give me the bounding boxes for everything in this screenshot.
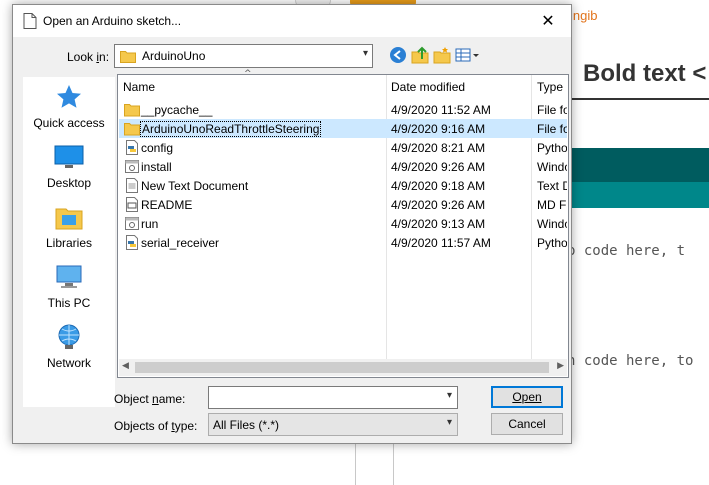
background-code-line: n code here, to (567, 353, 694, 369)
file-type: Pytho (537, 141, 567, 155)
column-header-date[interactable]: Date modified (391, 75, 531, 99)
place-this-pc[interactable]: This PC (23, 263, 115, 310)
open-button-label: Open (512, 390, 542, 404)
computer-icon (56, 265, 82, 288)
scroll-left-icon[interactable]: ◀ (122, 361, 129, 371)
place-label: Desktop (46, 176, 92, 190)
objects-of-type-value: All Files (*.*) (213, 418, 280, 432)
file-row[interactable]: install 4/9/2020 9:26 AM Windo (119, 157, 567, 176)
up-folder-icon[interactable] (411, 46, 429, 64)
place-label: Network (46, 356, 91, 370)
file-type: Windo (537, 217, 567, 231)
python-file-icon (126, 140, 138, 155)
scrollbar-thumb[interactable] (135, 362, 549, 373)
cancel-button[interactable]: Cancel (491, 413, 563, 435)
file-type: File fo (537, 103, 567, 117)
star-icon (57, 85, 81, 108)
file-row[interactable]: run 4/9/2020 9:13 AM Windo (119, 214, 567, 233)
file-name: install (141, 160, 172, 174)
close-button[interactable]: ✕ (525, 5, 571, 37)
file-type: Pytho (537, 236, 567, 250)
batch-file-icon (125, 160, 139, 173)
file-date: 4/9/2020 9:18 AM (391, 179, 486, 193)
background-toolbar-dark (565, 148, 709, 182)
place-label: Quick access (33, 116, 105, 130)
horizontal-scrollbar[interactable]: ◀ ▶ (119, 359, 567, 376)
title-bar[interactable]: Open an Arduino sketch... ✕ (13, 5, 571, 37)
file-date: 4/9/2020 11:57 AM (391, 236, 491, 250)
file-name: config (141, 141, 174, 155)
file-row[interactable]: config 4/9/2020 8:21 AM Pytho (119, 138, 567, 157)
scroll-right-icon[interactable]: ▶ (557, 361, 564, 371)
file-type: Text D (537, 179, 567, 193)
file-type: File fo (537, 122, 567, 136)
object-name-label: Object name: (114, 392, 186, 406)
object-name-input[interactable]: ▾ (208, 386, 458, 409)
python-file-icon (126, 235, 138, 250)
file-name: serial_receiver (141, 236, 220, 250)
file-list[interactable]: ^ Name Date modified Type __pycache__ 4/9… (117, 69, 569, 378)
look-in-value: ArduinoUno (142, 49, 206, 63)
new-folder-icon[interactable] (433, 46, 451, 64)
chevron-down-icon[interactable]: ▾ (447, 390, 452, 401)
background-rule (565, 98, 709, 100)
file-row[interactable]: README 4/9/2020 9:26 AM MD Fi (119, 195, 567, 214)
open-sketch-dialog: Open an Arduino sketch... ✕ Look in: Ard… (12, 4, 572, 444)
file-date: 4/9/2020 11:52 AM (391, 103, 491, 117)
background-divider-right (393, 440, 394, 485)
chevron-down-icon: ▾ (446, 417, 452, 428)
objects-of-type-dropdown[interactable]: All Files (*.*) ▾ (208, 413, 458, 436)
file-date: 4/9/2020 9:26 AM (391, 198, 486, 212)
background-divider-left (355, 440, 356, 485)
file-name: run (141, 217, 159, 231)
back-icon[interactable] (389, 46, 407, 64)
libraries-icon (55, 208, 83, 230)
file-name: New Text Document (141, 179, 249, 193)
file-type: Windo (537, 160, 567, 174)
md-file-icon (126, 197, 138, 212)
dialog-title: Open an Arduino sketch... (43, 14, 182, 28)
file-row[interactable]: ArduinoUnoReadThrottleSteering 4/9/2020 9… (119, 119, 567, 138)
column-header-type[interactable]: Type (537, 75, 567, 99)
folder-icon (124, 104, 140, 117)
folder-icon (120, 51, 136, 63)
network-icon (58, 324, 80, 349)
place-desktop[interactable]: Desktop (23, 143, 115, 190)
file-date: 4/9/2020 9:16 AM (391, 122, 486, 136)
file-type: MD Fi (537, 198, 567, 212)
open-button[interactable]: Open (491, 386, 563, 408)
file-date: 4/9/2020 9:13 AM (391, 217, 486, 231)
look-in-dropdown[interactable]: ArduinoUno ▾ (114, 44, 373, 68)
file-name: ArduinoUnoReadThrottleSteering (139, 121, 322, 137)
file-row[interactable]: serial_receiver 4/9/2020 11:57 AM Pytho (119, 233, 567, 252)
file-name: __pycache__ (141, 103, 213, 117)
background-code-line: p code here, t (567, 243, 686, 259)
chevron-down-icon: ▾ (362, 48, 368, 59)
folder-icon (124, 123, 140, 136)
file-row[interactable]: __pycache__ 4/9/2020 11:52 AM File fo (119, 100, 567, 119)
file-date: 4/9/2020 8:21 AM (391, 141, 486, 155)
batch-file-icon (125, 217, 139, 230)
column-header-name[interactable]: Name (123, 75, 385, 99)
background-heading: Bold text < (583, 60, 707, 87)
file-name: README (141, 198, 193, 212)
file-date: 4/9/2020 9:26 AM (391, 160, 486, 174)
view-menu-icon[interactable] (455, 46, 481, 64)
place-libraries[interactable]: Libraries (23, 203, 115, 250)
document-icon (23, 13, 37, 29)
file-row[interactable]: New Text Document 4/9/2020 9:18 AM Text D (119, 176, 567, 195)
places-bar: Quick access Desktop Libraries This PC N… (23, 77, 115, 407)
place-label: Libraries (45, 236, 93, 250)
background-toolbar-light (565, 182, 709, 208)
background-link: ingib (570, 8, 598, 23)
text-file-icon (126, 178, 138, 193)
place-label: This PC (47, 296, 91, 310)
objects-of-type-label: Objects of type: (114, 419, 198, 433)
place-quick-access[interactable]: Quick access (23, 83, 115, 130)
place-network[interactable]: Network (23, 323, 115, 370)
desktop-icon (54, 145, 84, 168)
look-in-label: Look in: (67, 50, 110, 64)
